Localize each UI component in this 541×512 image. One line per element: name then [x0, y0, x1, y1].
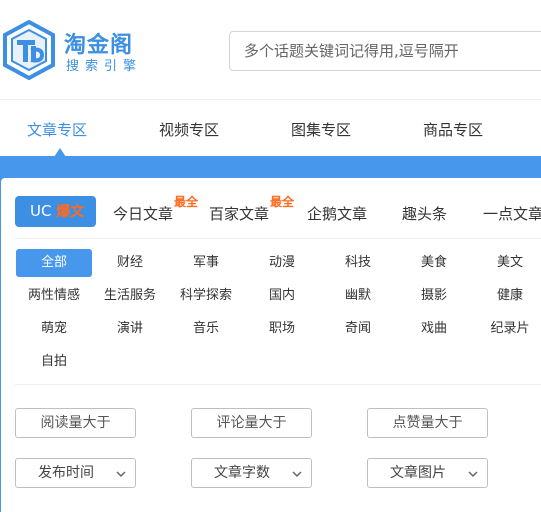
badge-most-complete: 最全 [270, 195, 295, 209]
chevron-down-icon [116, 471, 126, 478]
source-tab-penguin[interactable]: 企鹅文章 [307, 203, 367, 224]
source-tab-uc[interactable]: UC 爆文 [15, 196, 96, 227]
category-item[interactable]: 纪录片 [472, 315, 541, 343]
category-item[interactable]: 健康 [472, 282, 541, 310]
tab-galleries[interactable]: 图集专区 [291, 119, 351, 140]
header: 淘金阁 搜索引擎 [0, 0, 541, 100]
source-tab-yidian[interactable]: 一点文章 [483, 203, 541, 224]
category-item[interactable]: 科技 [320, 249, 396, 277]
like-count-filter[interactable]: 点赞量大于 [367, 408, 488, 438]
category-all[interactable]: 全部 [16, 249, 92, 277]
word-count-dropdown[interactable]: 文章字数 [191, 458, 312, 488]
search-input[interactable] [229, 31, 541, 71]
category-item[interactable]: 生活服务 [92, 282, 168, 310]
category-item[interactable]: 国内 [244, 282, 320, 310]
dropdown-label: 文章字数 [214, 465, 270, 481]
source-tab-today[interactable]: 今日文章 [113, 203, 173, 224]
category-item[interactable]: 动漫 [244, 249, 320, 277]
category-item[interactable]: 萌宠 [16, 315, 92, 343]
publish-time-dropdown[interactable]: 发布时间 [15, 458, 136, 488]
category-item[interactable]: 职场 [244, 315, 320, 343]
read-count-filter[interactable]: 阅读量大于 [15, 408, 136, 438]
category-item[interactable]: 演讲 [92, 315, 168, 343]
chevron-down-icon [292, 471, 302, 478]
tb-logo-icon [3, 20, 55, 80]
divider [15, 384, 541, 385]
comment-count-filter[interactable]: 评论量大于 [191, 408, 312, 438]
source-tab-qutoutiao[interactable]: 趣头条 [402, 203, 447, 224]
dropdown-label: 发布时间 [38, 465, 94, 481]
category-item[interactable]: 军事 [168, 249, 244, 277]
tab-videos[interactable]: 视频专区 [159, 119, 219, 140]
source-tab-baijia[interactable]: 百家文章 [209, 203, 269, 224]
category-item[interactable]: 美食 [396, 249, 472, 277]
category-item[interactable]: 摄影 [396, 282, 472, 310]
tab-products[interactable]: 商品专区 [423, 119, 483, 140]
category-item[interactable]: 音乐 [168, 315, 244, 343]
dropdown-label: 文章图片 [390, 465, 446, 481]
category-item[interactable]: 戏曲 [396, 315, 472, 343]
divider [15, 238, 541, 239]
category-item[interactable]: 自拍 [16, 348, 92, 376]
badge-most-complete: 最全 [174, 195, 199, 209]
tab-articles[interactable]: 文章专区 [27, 119, 87, 140]
category-item[interactable]: 财经 [92, 249, 168, 277]
category-item[interactable]: 幽默 [320, 282, 396, 310]
category-item[interactable]: 科学探索 [168, 282, 244, 310]
article-image-dropdown[interactable]: 文章图片 [367, 458, 488, 488]
uc-hot-label: 爆文 [56, 204, 85, 220]
category-item[interactable]: 美文 [472, 249, 541, 277]
category-item[interactable]: 奇闻 [320, 315, 396, 343]
logo-subtitle: 搜索引擎 [66, 59, 143, 74]
category-item[interactable]: 两性情感 [16, 282, 92, 310]
uc-label: UC [30, 202, 52, 220]
main-nav: 文章专区 视频专区 图集专区 商品专区 [0, 101, 541, 157]
chevron-down-icon [468, 471, 478, 478]
page: 淘金阁 搜索引擎 文章专区 视频专区 图集专区 商品专区 UC 爆文 今日文章 … [0, 0, 541, 512]
